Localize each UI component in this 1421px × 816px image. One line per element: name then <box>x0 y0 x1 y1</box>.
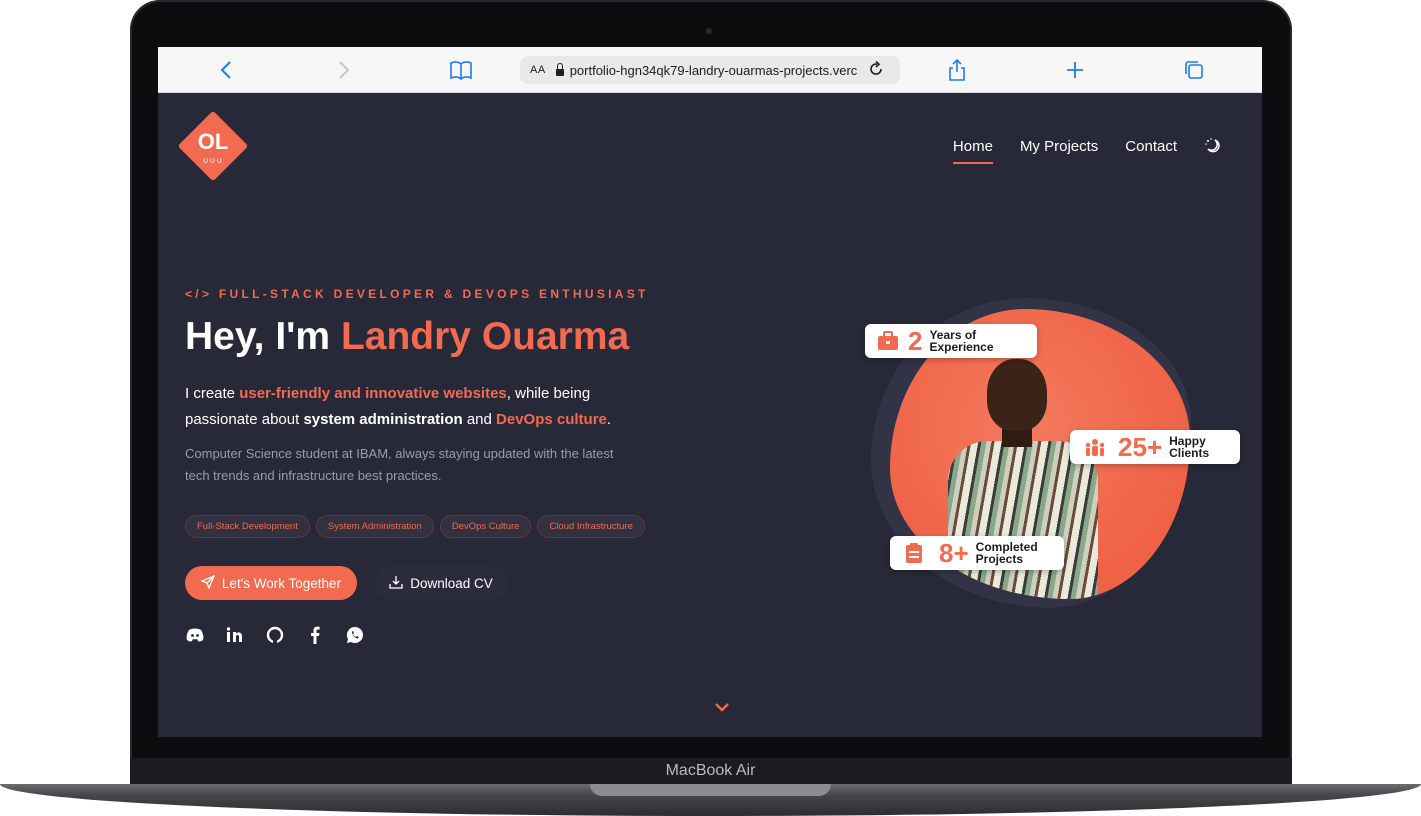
tabs-icon[interactable] <box>1181 57 1207 83</box>
lead-highlight-websites: user-friendly and innovative websites <box>239 385 507 402</box>
lead-highlight-sysadmin: system administration <box>303 411 463 428</box>
social-links <box>186 626 364 644</box>
experience-value: 2 <box>908 325 923 356</box>
nav-my-projects[interactable]: My Projects <box>1020 138 1098 155</box>
briefcase-icon <box>877 331 899 351</box>
photo-head <box>987 359 1047 431</box>
clipboard-icon <box>905 542 923 564</box>
url-text[interactable]: portfolio-hgn34qk79-landry-ouarmas-proje… <box>570 63 862 78</box>
download-cv-button[interactable]: Download CV <box>374 566 508 600</box>
hero-title: Hey, I'm Landry Ouarma <box>185 315 629 359</box>
lead-text: and <box>462 411 497 428</box>
photo-body <box>948 441 1098 599</box>
clients-badge: 25+ Happy Clients <box>1070 430 1240 464</box>
nav-contact[interactable]: Contact <box>1125 138 1177 155</box>
nav-home[interactable]: Home <box>952 138 993 164</box>
reload-icon[interactable] <box>868 60 884 80</box>
whatsapp-icon[interactable] <box>346 626 364 644</box>
projects-label-line2: Projects <box>975 552 1024 566</box>
address-bar[interactable]: AA portfolio-hgn34qk79-landry-ouarmas-pr… <box>520 56 900 84</box>
back-icon[interactable] <box>213 57 239 83</box>
clients-label-line2: Clients <box>1169 446 1210 460</box>
skill-tag: DevOps Culture <box>439 515 532 538</box>
skill-tag: Full-Stack Development <box>185 515 310 538</box>
text-size-button[interactable]: AA <box>530 64 546 76</box>
skill-tags: Full-Stack Development System Administra… <box>185 515 645 538</box>
theme-toggle-icon[interactable] <box>1204 137 1222 155</box>
users-icon <box>1084 438 1106 456</box>
projects-value: 8+ <box>939 537 969 568</box>
lead-text: . <box>606 411 612 428</box>
hero-eyebrow: </> FULL-STACK DEVELOPER & DEVOPS ENTHUS… <box>185 287 649 301</box>
lead-text: I create <box>185 385 240 402</box>
send-icon <box>200 574 216 592</box>
logo-subtext: ∪∪∪ <box>202 156 224 165</box>
hero-greeting: Hey, I'm <box>185 315 341 358</box>
new-tab-icon[interactable] <box>1062 57 1088 83</box>
screen: AA portfolio-hgn34qk79-landry-ouarmas-pr… <box>158 47 1262 737</box>
logo-initials: OL <box>197 129 229 154</box>
main-nav: Home My Projects Contact <box>952 137 1222 164</box>
github-icon[interactable] <box>266 626 284 644</box>
camera <box>706 28 712 34</box>
hero-lead: I create user-friendly and innovative we… <box>185 381 635 433</box>
facebook-icon[interactable] <box>306 626 324 644</box>
skill-tag: Cloud Infrastructure <box>537 515 645 538</box>
portfolio-page: OL ∪∪∪ Home My Projects Contact </> FULL… <box>158 93 1262 737</box>
skill-tag: System Administration <box>315 515 434 538</box>
device-label: MacBook Air <box>665 762 756 779</box>
lock-icon <box>555 62 564 76</box>
scroll-down-chevron-icon[interactable] <box>714 699 730 717</box>
laptop-notch <box>590 784 831 796</box>
discord-icon[interactable] <box>186 626 204 644</box>
download-icon <box>389 575 403 592</box>
bookmarks-icon[interactable] <box>448 57 474 83</box>
projects-label: Completed Projects <box>976 541 1038 565</box>
hero-description: Computer Science student at IBAM, always… <box>185 446 614 483</box>
clients-value: 25+ <box>1118 431 1163 462</box>
forward-icon[interactable] <box>331 57 357 83</box>
projects-badge: 8+ Completed Projects <box>890 536 1064 570</box>
lets-work-together-button[interactable]: Let's Work Together <box>185 566 357 600</box>
hero-name: Landry Ouarma <box>340 315 630 358</box>
cta-label: Let's Work Together <box>221 575 342 591</box>
experience-label-line2: Experience <box>929 340 994 354</box>
clients-label: Happy Clients <box>1169 435 1209 459</box>
browser-toolbar: AA portfolio-hgn34qk79-landry-ouarmas-pr… <box>158 47 1262 93</box>
lead-highlight-devops: DevOps culture <box>496 411 607 428</box>
linkedin-icon[interactable] <box>226 626 244 644</box>
cv-label: Download CV <box>410 575 493 591</box>
share-icon[interactable] <box>944 57 970 83</box>
experience-badge: 2 Years of Experience <box>865 324 1037 358</box>
experience-label: Years of Experience <box>929 329 993 353</box>
